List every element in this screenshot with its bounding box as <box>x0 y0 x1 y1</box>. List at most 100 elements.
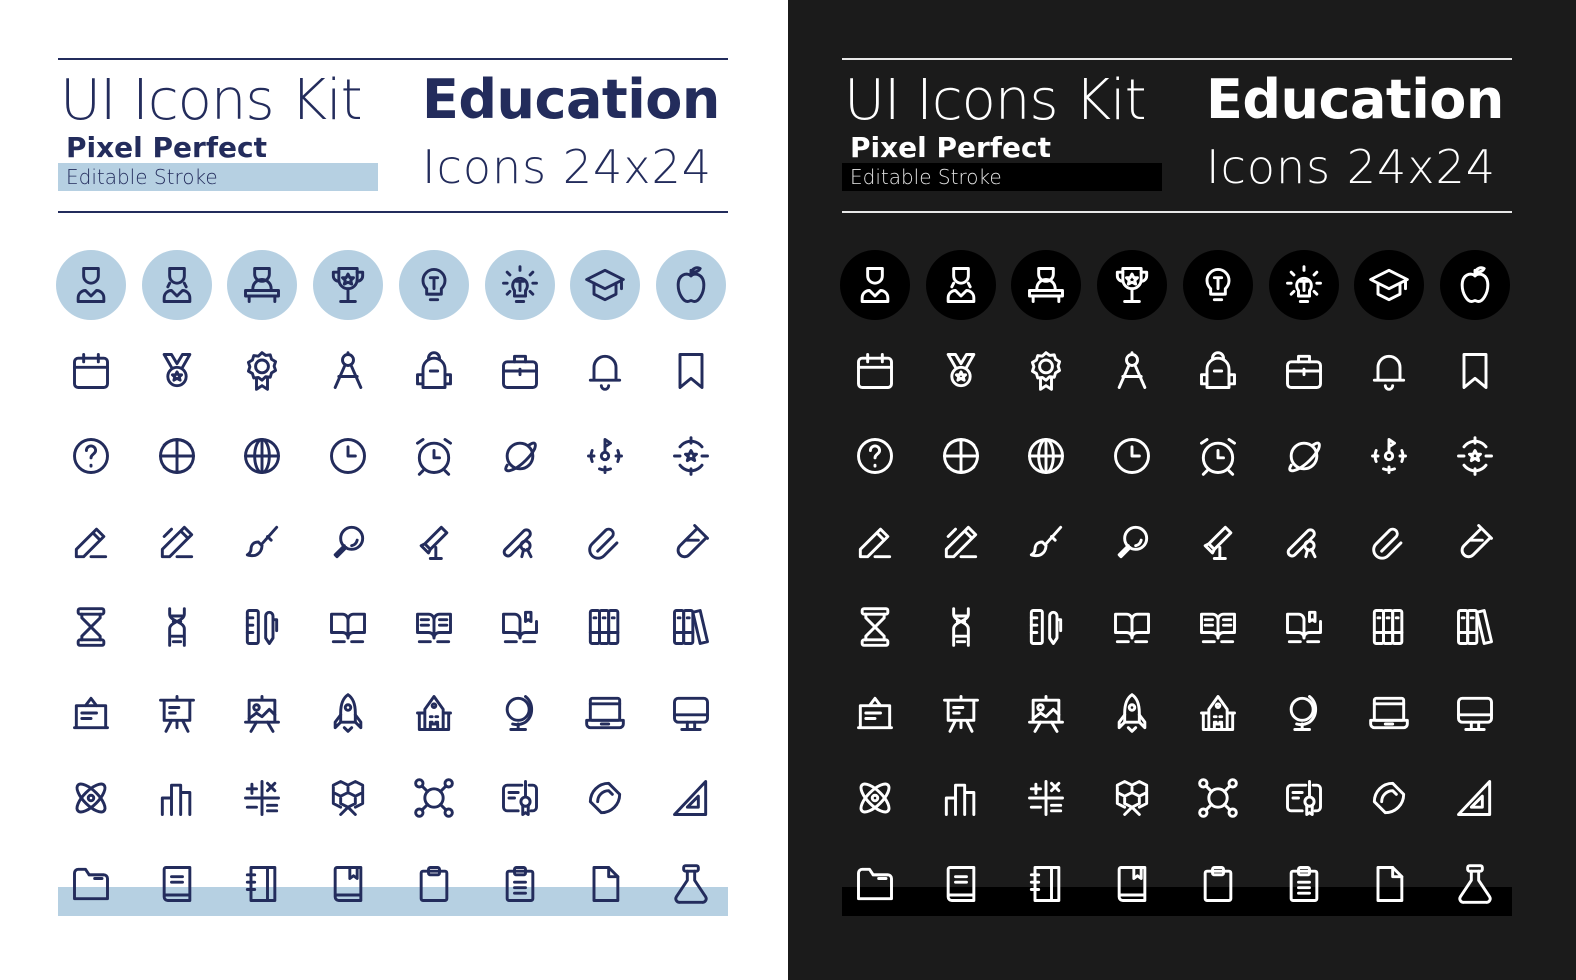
planet-tile <box>1269 421 1339 491</box>
open-book-tile <box>1097 592 1167 662</box>
open-book-tile <box>313 592 383 662</box>
hourglass-icon <box>860 607 890 647</box>
globe-tile <box>1011 421 1081 491</box>
hourglass-tile <box>840 592 910 662</box>
certificate-icon <box>501 780 538 816</box>
diploma-scroll-icon <box>1286 527 1316 558</box>
graduate-female-tile <box>141 250 212 320</box>
kit-title: UI Icons Kit <box>60 68 363 133</box>
hourglass-icon <box>76 607 106 647</box>
target-star-icon <box>672 436 709 476</box>
bar-chart-icon <box>944 783 975 816</box>
math-symbols-icon <box>244 780 281 816</box>
book-tile <box>926 849 996 919</box>
calendar-tile <box>840 336 910 406</box>
flask-icon <box>674 863 708 904</box>
notice-board-tile <box>840 678 910 748</box>
icon-size-label: Icons 24x24 <box>422 140 713 194</box>
alarm-clock-icon <box>415 438 452 476</box>
monitor-tile <box>1440 678 1510 748</box>
graduate-lectern-tile <box>1011 250 1082 320</box>
monitor-icon <box>672 696 709 731</box>
lightbulb-shining-tile <box>484 250 555 320</box>
desk-globe-tile <box>1269 678 1339 748</box>
books-shelf-icon <box>672 609 709 645</box>
lightbulb-tile <box>1182 250 1253 320</box>
medal-tile <box>926 336 996 406</box>
flask-tile <box>656 849 726 919</box>
atom-tile <box>56 763 126 833</box>
pencil-tile <box>56 507 126 577</box>
monitor-tile <box>656 678 726 748</box>
bookmark-tile <box>1440 336 1510 406</box>
telescope-icon <box>1203 525 1233 560</box>
folder-tile <box>56 849 126 919</box>
graduate-male-icon <box>76 267 106 303</box>
lightbulb-icon <box>1205 268 1231 302</box>
medal-icon <box>162 352 191 387</box>
clock-icon <box>1114 438 1151 474</box>
presentation-easel-icon <box>158 694 195 733</box>
magnifier-tile <box>1097 507 1167 577</box>
award-rosette-icon <box>247 350 278 391</box>
binders-icon <box>1373 609 1404 645</box>
hourglass-tile <box>56 592 126 662</box>
folder-icon <box>73 867 109 900</box>
backpack-tile <box>1183 336 1253 406</box>
bell-icon <box>1373 354 1406 391</box>
school-building-icon <box>1199 694 1236 731</box>
clock-tile <box>1097 421 1167 491</box>
apple-tile <box>1439 250 1510 320</box>
certificate-tile <box>1269 763 1339 833</box>
compass-drawing-tile <box>1097 336 1167 406</box>
open-book-text-tile <box>399 592 469 662</box>
graduate-lectern-tile <box>227 250 298 320</box>
graduate-male-tile <box>56 250 126 320</box>
bell-icon <box>589 354 622 391</box>
editable-stroke-label: Editable Stroke <box>66 165 218 189</box>
lightbulb-shining-icon <box>501 265 538 303</box>
test-tube-tile <box>656 507 726 577</box>
question-tile <box>840 421 910 491</box>
rocket-tile <box>313 678 383 748</box>
graduate-lectern-icon <box>244 267 281 303</box>
rocket-tile <box>1097 678 1167 748</box>
graduate-female-icon <box>162 267 191 303</box>
question-tile <box>56 421 126 491</box>
flask-tile <box>1440 849 1510 919</box>
book-bookmark-tile <box>313 849 383 919</box>
document-icon <box>592 865 620 902</box>
books-shelf-tile <box>1440 592 1510 662</box>
school-building-tile <box>1183 678 1253 748</box>
book-bookmark-icon <box>333 865 363 902</box>
diploma-scroll-icon <box>502 527 532 558</box>
top-divider <box>58 58 728 60</box>
presentation-easel-icon <box>942 694 979 733</box>
hexagon-molecule-icon <box>1115 780 1149 816</box>
diploma-scroll-tile <box>1269 507 1339 577</box>
graduate-female-icon <box>946 267 975 303</box>
compass-drawing-tile <box>313 336 383 406</box>
globe-icon <box>244 438 281 474</box>
pen-tile <box>926 507 996 577</box>
protractor-icon <box>589 781 622 815</box>
calendar-tile <box>56 336 126 406</box>
bar-chart-tile <box>142 763 212 833</box>
paintbrush-tile <box>227 507 297 577</box>
award-rosette-icon <box>1031 350 1062 391</box>
calendar-icon <box>73 352 109 389</box>
bar-chart-tile <box>926 763 996 833</box>
diploma-scroll-tile <box>485 507 555 577</box>
book-icon <box>162 865 191 902</box>
binders-tile <box>570 592 640 662</box>
open-book-text-icon <box>415 612 452 644</box>
laptop-icon <box>1369 696 1409 729</box>
paperclip-icon <box>588 527 619 560</box>
bookmark-icon <box>1462 352 1488 389</box>
graduation-cap-tile <box>570 250 641 320</box>
desk-globe-tile <box>485 678 555 748</box>
globe-icon <box>1028 438 1065 474</box>
clipboard-list-icon <box>505 865 534 902</box>
medal-tile <box>142 336 212 406</box>
magnifier-tile <box>313 507 383 577</box>
